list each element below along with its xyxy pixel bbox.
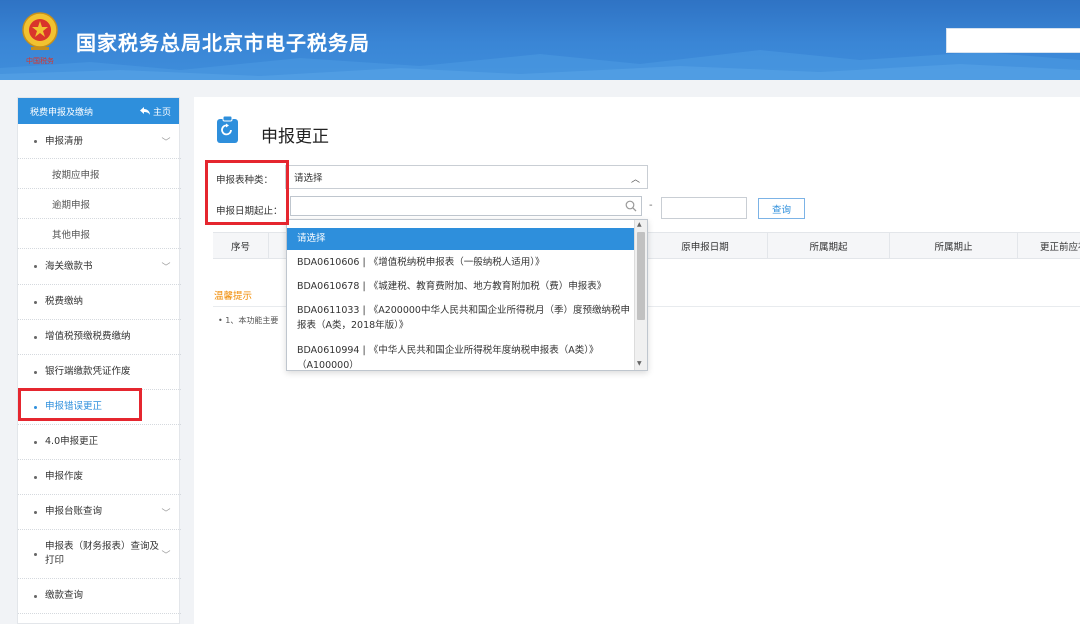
sidebar-item-label: 申报表（财务报表）查询及打印 bbox=[45, 541, 160, 566]
chevron-up-icon: ︿ bbox=[630, 175, 640, 185]
sidebar-header: 税费申报及缴纳 主页 bbox=[18, 98, 179, 124]
dropdown-scrollbar[interactable]: ▲ ▼ bbox=[634, 220, 647, 370]
report-type-dropdown: 请选择 BDA0610606 | 《增值税纳税申报表（一般纳税人适用）》 BDA… bbox=[286, 219, 648, 371]
sidebar-item-label: 逾期申报 bbox=[52, 199, 91, 211]
dropdown-option[interactable]: BDA0610678 | 《城建税、教育费附加、地方教育附加税（费）申报表》 bbox=[287, 279, 635, 299]
sidebar-item-tax-payment[interactable]: 税费缴纳 bbox=[18, 285, 181, 320]
sidebar-item-report-print[interactable]: 申报表（财务报表）查询及打印 ﹀ bbox=[18, 530, 181, 579]
home-link[interactable]: 主页 bbox=[139, 105, 171, 118]
sidebar-item-label: 增值税预缴税费缴纳 bbox=[45, 331, 131, 342]
highlight-form-labels bbox=[205, 160, 289, 225]
sidebar-item-ledger-query[interactable]: 申报台账查询 ﹀ bbox=[18, 495, 181, 530]
sidebar-item-label: 银行端缴款凭证作废 bbox=[45, 366, 131, 377]
col-header-period-start: 所属期起 bbox=[768, 233, 890, 258]
scroll-down-icon[interactable]: ▼ bbox=[637, 360, 642, 367]
sidebar: 税费申报及缴纳 主页 申报清册 ﹀ 按期应申报 逾期申报 其他申报 海关缴款书 … bbox=[17, 97, 181, 624]
bullet-icon bbox=[34, 594, 37, 598]
sidebar-item-label: 4.0申报更正 bbox=[45, 436, 99, 447]
sidebar-item-filing-list[interactable]: 申报清册 ﹀ bbox=[18, 125, 181, 159]
home-label: 主页 bbox=[152, 107, 171, 118]
dropdown-search-input[interactable] bbox=[290, 196, 642, 216]
dropdown-option[interactable]: BDA0611033 | 《A200000中华人民共和国企业所得税月（季）度预缴… bbox=[287, 303, 635, 337]
sidebar-item-vat-prepay[interactable]: 增值税预缴税费缴纳 bbox=[18, 320, 181, 355]
bullet-icon bbox=[34, 335, 37, 339]
correction-page-icon bbox=[217, 116, 238, 143]
dropdown-option[interactable]: 请选择 bbox=[287, 228, 635, 250]
header-search-box[interactable] bbox=[946, 28, 1080, 53]
bullet-icon bbox=[34, 140, 37, 143]
highlight-sidebar-correction bbox=[18, 388, 142, 421]
bullet-icon bbox=[34, 510, 37, 514]
sidebar-item-bank-voucher-void[interactable]: 银行端缴款凭证作废 bbox=[18, 355, 181, 390]
chevron-down-icon: ﹀ bbox=[161, 550, 171, 561]
page-title: 申报更正 bbox=[261, 127, 329, 147]
col-header-period-end: 所属期止 bbox=[890, 233, 1018, 258]
sidebar-item-label: 缴款查询 bbox=[45, 590, 84, 601]
sidebar-heading: 税费申报及缴纳 bbox=[30, 107, 94, 118]
report-type-select[interactable]: 请选择 ︿ bbox=[285, 165, 648, 189]
sidebar-subitem-other[interactable]: 其他申报 bbox=[18, 219, 181, 249]
sidebar-item-filing-void[interactable]: 申报作废 bbox=[18, 460, 181, 495]
col-header-orig-date: 原申报日期 bbox=[643, 233, 768, 258]
bullet-icon bbox=[34, 370, 37, 374]
bullet-icon bbox=[34, 300, 37, 304]
sidebar-subitem-overdue[interactable]: 逾期申报 bbox=[18, 189, 181, 219]
scroll-up-icon[interactable]: ▲ bbox=[637, 221, 642, 228]
bullet-icon bbox=[34, 440, 37, 444]
site-title: 国家税务总局北京市电子税务局 bbox=[76, 31, 370, 55]
sidebar-item-label: 税费缴纳 bbox=[45, 296, 84, 307]
bullet-icon bbox=[34, 265, 37, 268]
tax-emblem-icon: 中国税务 bbox=[22, 12, 58, 65]
sidebar-item-label: 申报清册 bbox=[45, 135, 84, 147]
sidebar-item-payment-query[interactable]: 缴款查询 bbox=[18, 579, 181, 614]
sidebar-subitem-periodic[interactable]: 按期应申报 bbox=[18, 159, 181, 189]
search-icon bbox=[625, 200, 637, 212]
site-header: 中国税务 国家税务总局北京市电子税务局 bbox=[0, 0, 1080, 80]
dropdown-option[interactable]: BDA0610994 | 《中华人民共和国企业所得税年度纳税申报表（A类）》（A… bbox=[287, 343, 635, 370]
end-date-input[interactable] bbox=[661, 197, 747, 219]
report-type-value: 请选择 bbox=[294, 173, 323, 184]
sidebar-item-label: 按期应申报 bbox=[52, 169, 100, 181]
chevron-down-icon: ﹀ bbox=[161, 508, 171, 519]
query-button[interactable]: 查询 bbox=[758, 198, 805, 219]
tip-title: 温馨提示 bbox=[214, 291, 253, 302]
sidebar-item-label: 海关缴款书 bbox=[45, 260, 93, 272]
sidebar-item-label: 其他申报 bbox=[52, 229, 91, 241]
date-separator: - bbox=[649, 200, 653, 211]
sidebar-item-correction-4[interactable]: 4.0申报更正 bbox=[18, 425, 181, 460]
col-header-amount: 更正前应补退金额 bbox=[1040, 241, 1080, 253]
chevron-down-icon: ﹀ bbox=[161, 263, 171, 273]
bullet-icon bbox=[34, 475, 37, 479]
chevron-down-icon: ﹀ bbox=[161, 138, 171, 148]
svg-text:中国税务: 中国税务 bbox=[26, 56, 54, 65]
sidebar-item-customs[interactable]: 海关缴款书 ﹀ bbox=[18, 249, 181, 285]
scrollbar-thumb[interactable] bbox=[637, 232, 645, 320]
bullet-icon bbox=[34, 552, 37, 556]
back-arrow-icon bbox=[139, 107, 150, 115]
tip-text: • 1、本功能主要 bbox=[218, 316, 279, 325]
sidebar-item-label: 申报台账查询 bbox=[45, 506, 103, 517]
dropdown-option[interactable]: BDA0610606 | 《增值税纳税申报表（一般纳税人适用）》 bbox=[287, 255, 635, 275]
col-header-index: 序号 bbox=[213, 233, 269, 258]
sidebar-item-label: 申报作废 bbox=[45, 471, 84, 482]
